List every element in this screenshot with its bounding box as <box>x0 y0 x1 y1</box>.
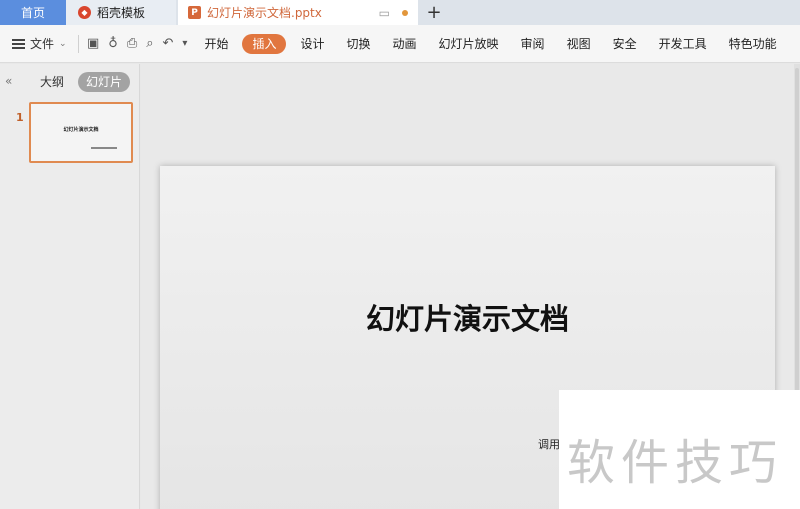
daoke-logo-icon: ◆ <box>78 6 91 19</box>
collapse-pane-icon[interactable]: « <box>5 74 12 88</box>
ribbon-tab-insert[interactable]: 插入 <box>242 33 287 54</box>
tab-home[interactable]: 首页 <box>0 0 66 25</box>
tab-home-label: 首页 <box>20 6 45 20</box>
unsaved-dot-icon[interactable] <box>402 10 408 16</box>
tab-templates-label: 稻壳模板 <box>97 6 146 20</box>
slide-subtitle[interactable]: 调用 <box>538 436 560 452</box>
plus-icon: + <box>426 2 442 23</box>
thumbnail-title: 幻灯片演示文档 <box>63 127 99 133</box>
thumbnail-subtitle-line <box>91 147 117 149</box>
watermark: 软件技巧 <box>559 390 800 509</box>
save-icon[interactable]: ▣ <box>87 36 99 51</box>
slides-pane: « 大纲 幻灯片 1 幻灯片演示文档 <box>0 64 140 509</box>
ribbon-tab-slideshow[interactable]: 幻灯片放映 <box>428 34 510 54</box>
ribbon-tab-developer[interactable]: 开发工具 <box>648 34 718 54</box>
ribbon-tab-transition[interactable]: 切换 <box>336 34 382 54</box>
print-preview-icon[interactable]: ⌕ <box>146 36 153 51</box>
chevron-down-icon: ⌄ <box>59 38 67 49</box>
tab-document-label: 幻灯片演示文档.pptx <box>207 6 322 20</box>
ribbon-tab-features[interactable]: 特色功能 <box>718 34 788 54</box>
menu-bar: 文件 ⌄ ▣ ♁ ⎙ ⌕ ↶ ▾ 开始 插入 设计 切换 动画 幻灯片放映 审阅… <box>0 25 800 63</box>
new-tab-button[interactable]: + <box>420 0 448 25</box>
undo-icon[interactable]: ↶ <box>163 36 174 51</box>
print-icon[interactable]: ⎙ <box>127 36 137 51</box>
hamburger-icon <box>12 38 25 49</box>
pane-tabs: « 大纲 幻灯片 <box>0 72 140 92</box>
slide-number: 1 <box>16 111 24 124</box>
file-menu-button[interactable]: 文件 ⌄ <box>0 35 78 52</box>
tab-slides[interactable]: 幻灯片 <box>78 72 130 92</box>
slide-title[interactable]: 幻灯片演示文档 <box>160 296 775 338</box>
presentation-file-icon: P <box>188 6 201 19</box>
ribbon-tab-view[interactable]: 视图 <box>556 34 602 54</box>
ribbon-tab-security[interactable]: 安全 <box>602 34 648 54</box>
format-painter-icon[interactable]: ♁ <box>108 36 118 51</box>
watermark-text: 软件技巧 <box>567 435 784 491</box>
ribbon-tab-review[interactable]: 审阅 <box>510 34 556 54</box>
tab-actions: ▭ <box>379 6 408 20</box>
slide-thumbnail[interactable]: 幻灯片演示文档 <box>29 102 133 163</box>
ribbon-tabs: 开始 插入 设计 切换 动画 幻灯片放映 审阅 视图 安全 开发工具 特色功能 <box>193 33 788 54</box>
tab-outline[interactable]: 大纲 <box>40 72 64 92</box>
ribbon-tab-start[interactable]: 开始 <box>193 34 239 54</box>
ribbon-tab-design[interactable]: 设计 <box>289 34 335 54</box>
file-menu-label: 文件 <box>30 37 55 51</box>
tab-templates[interactable]: ◆ 稻壳模板 <box>66 0 176 25</box>
ribbon-tab-animation[interactable]: 动画 <box>382 34 428 54</box>
title-tab-bar: 首页 ◆ 稻壳模板 P 幻灯片演示文档.pptx ▭ + <box>0 0 800 25</box>
monitor-icon[interactable]: ▭ <box>379 6 390 20</box>
tab-document[interactable]: P 幻灯片演示文档.pptx ▭ <box>178 0 418 25</box>
more-dropdown-icon[interactable]: ▾ <box>182 38 187 49</box>
quick-access-toolbar: ▣ ♁ ⎙ ⌕ ↶ ▾ <box>78 34 187 53</box>
